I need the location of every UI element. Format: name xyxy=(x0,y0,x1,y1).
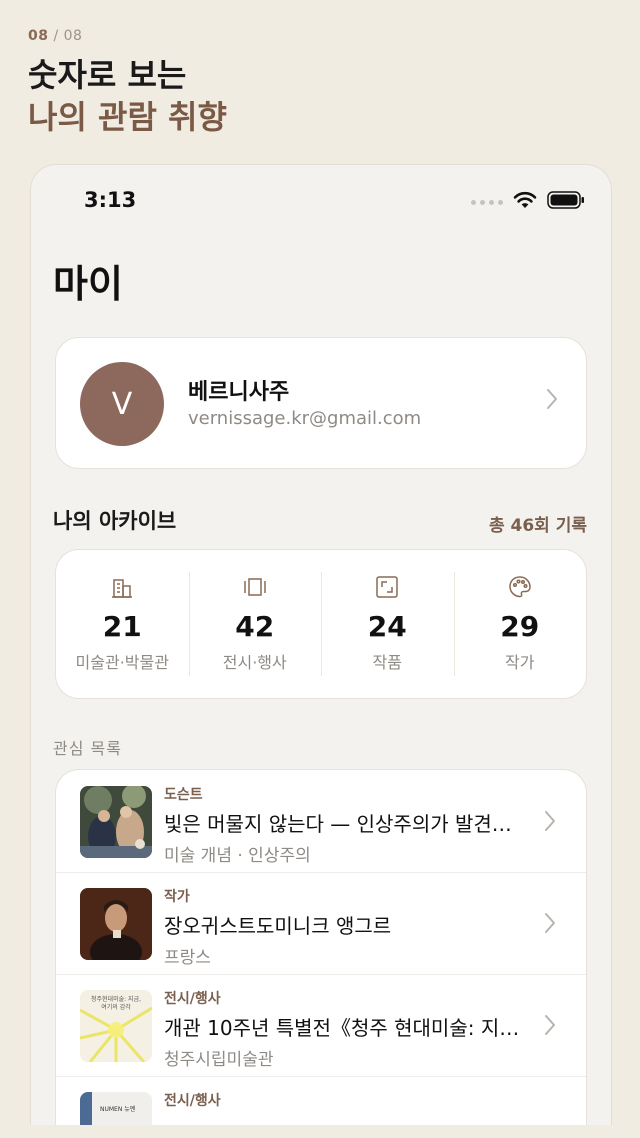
interests-title: 관심 목록 xyxy=(53,739,122,758)
stat-value: 42 xyxy=(235,610,275,643)
list-item[interactable]: 작가 장오귀스트도미니크 앵그르 프랑스 xyxy=(56,872,586,975)
exhibition-frames-icon xyxy=(189,576,322,598)
list-item[interactable]: 도슨트 빛은 머물지 않는다 — 인상주의가 발견한 순간 미술 개념 · 인상… xyxy=(56,770,586,873)
item-subtitle: 미술 개념 · 인상주의 xyxy=(164,846,311,866)
headline-line1: 숫자로 보는 xyxy=(28,56,187,94)
item-category: 전시/행사 xyxy=(164,991,221,1007)
page-total: / 08 xyxy=(53,28,83,44)
profile-email: vernissage.kr@gmail.com xyxy=(188,408,422,429)
stat-label: 미술관·박물관 xyxy=(75,653,169,672)
thumbnail-painting xyxy=(80,786,152,858)
list-item-text: 도슨트 빛은 머물지 않는다 — 인상주의가 발견한 순간 미술 개념 · 인상… xyxy=(164,784,524,866)
chevron-right-icon xyxy=(544,810,556,838)
avatar: V xyxy=(80,362,164,446)
signal-dots-icon xyxy=(471,199,503,205)
profile-name: 베르니사주 xyxy=(188,380,290,405)
item-subtitle: 프랑스 xyxy=(164,948,211,968)
item-category: 작가 xyxy=(164,889,190,905)
palette-icon xyxy=(454,576,587,598)
item-title: 빛은 머물지 않는다 — 인상주의가 발견한 순간 xyxy=(164,812,524,836)
stat-label: 작품 xyxy=(372,653,402,672)
interests-list: 도슨트 빛은 머물지 않는다 — 인상주의가 발견한 순간 미술 개념 · 인상… xyxy=(55,769,587,1125)
stat-exhibitions[interactable]: 42 전시·행사 xyxy=(188,550,322,698)
item-category: 전시/행사 xyxy=(164,1093,221,1109)
thumbnail-portrait xyxy=(80,888,152,960)
battery-icon xyxy=(547,191,585,213)
pager: 08 / 08 xyxy=(28,28,82,44)
status-time: 3:13 xyxy=(84,188,137,212)
stat-value: 29 xyxy=(500,610,540,643)
chevron-right-icon xyxy=(544,912,556,940)
building-icon xyxy=(56,576,189,598)
thumbnail-poster: 청주현대미술: 지금, 여기의 감각 xyxy=(80,990,152,1062)
item-subtitle: 청주시립미술관 xyxy=(164,1050,274,1070)
screen-title: 마이 xyxy=(53,262,123,306)
headline-line2: 나의 관람 취향 xyxy=(28,98,227,136)
stat-artists[interactable]: 29 작가 xyxy=(453,550,587,698)
poster-text: NUMEN 뉴멘 xyxy=(100,1106,136,1113)
chevron-right-icon xyxy=(546,388,558,416)
stat-artworks[interactable]: 24 작품 xyxy=(321,550,454,698)
status-icons xyxy=(471,191,585,213)
list-item-text: 작가 장오귀스트도미니크 앵그르 프랑스 xyxy=(164,886,524,968)
profile-card[interactable]: V 베르니사주 vernissage.kr@gmail.com xyxy=(55,337,587,469)
wifi-icon xyxy=(513,191,537,213)
stat-value: 24 xyxy=(367,610,407,643)
expand-frame-icon xyxy=(321,576,454,598)
archive-stats: 21 미술관·박물관 42 전시·행사 24 작품 29 작가 xyxy=(55,549,587,699)
page-current: 08 xyxy=(28,28,49,44)
item-category: 도슨트 xyxy=(164,787,203,803)
list-item-text: 전시/행사 개관 10주년 특별전《청주 현대미술: 지금, 여기의 감각》 청… xyxy=(164,988,524,1070)
stat-label: 전시·행사 xyxy=(222,653,287,672)
archive-summary[interactable]: 총 46회 기록 xyxy=(489,511,587,536)
stat-label: 작가 xyxy=(505,653,535,672)
stat-value: 21 xyxy=(102,610,142,643)
item-title: 개관 10주년 특별전《청주 현대미술: 지금, 여기의 감각》 xyxy=(164,1016,524,1040)
list-item[interactable]: 청주현대미술: 지금, 여기의 감각 전시/행사 개관 10주년 특별전《청주 … xyxy=(56,974,586,1077)
chevron-right-icon xyxy=(544,1014,556,1042)
phone-screen: 3:13 마이 V 베르니사주 vernissage.kr@gmail.com … xyxy=(30,164,612,1125)
poster-text: 청주현대미술: 지금, 여기의 감각 xyxy=(91,996,141,1011)
list-item[interactable]: NUMEN 뉴멘 전시/행사 xyxy=(56,1076,586,1125)
thumbnail-poster: NUMEN 뉴멘 xyxy=(80,1092,152,1125)
stat-museums[interactable]: 21 미술관·박물관 xyxy=(56,550,189,698)
headline: 숫자로 보는 나의 관람 취향 xyxy=(28,54,227,138)
archive-title: 나의 아카이브 xyxy=(53,509,177,533)
item-title: 장오귀스트도미니크 앵그르 xyxy=(164,914,392,938)
list-item-text: 전시/행사 xyxy=(164,1090,524,1110)
